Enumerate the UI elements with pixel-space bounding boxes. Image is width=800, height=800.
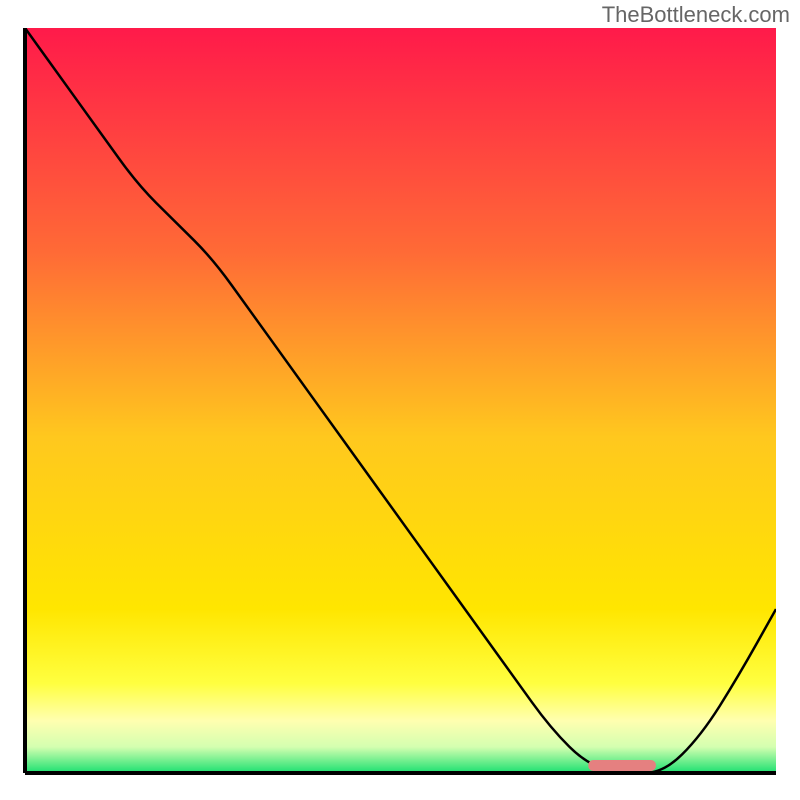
bottleneck-chart: [0, 0, 800, 800]
chart-container: TheBottleneck.com: [0, 0, 800, 800]
plot-background: [25, 28, 776, 773]
optimal-marker: [588, 760, 656, 771]
watermark-text: TheBottleneck.com: [602, 2, 790, 28]
